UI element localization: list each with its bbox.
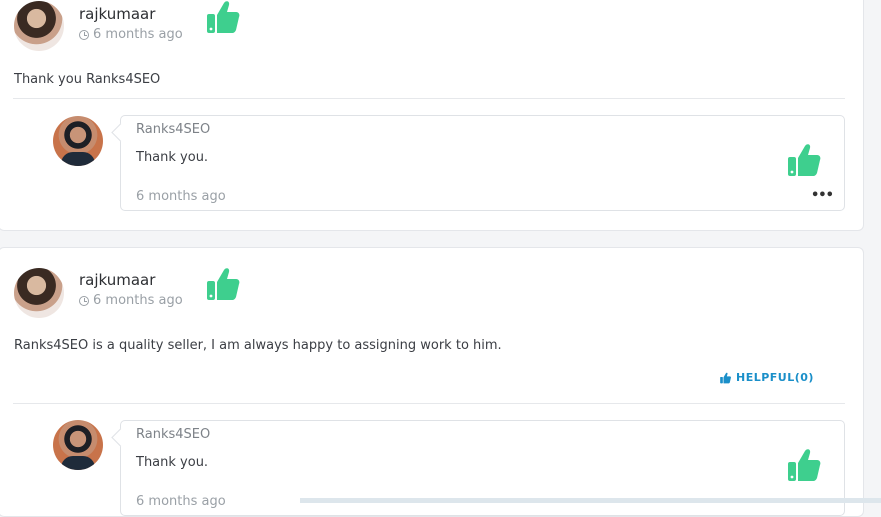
thumbs-up-icon bbox=[207, 1, 240, 33]
review-timestamp: 6 months ago bbox=[79, 27, 183, 42]
seller-name[interactable]: Ranks4SEO bbox=[136, 427, 210, 442]
seller-avatar[interactable] bbox=[53, 420, 103, 470]
review-text: Thank you Ranks4SEO bbox=[14, 72, 161, 87]
review-text: Ranks4SEO is a quality seller, I am alwa… bbox=[14, 338, 502, 353]
seller-name[interactable]: Ranks4SEO bbox=[136, 122, 210, 137]
clock-icon bbox=[79, 29, 89, 40]
reply-text: Thank you. bbox=[136, 455, 209, 470]
reply-text: Thank you. bbox=[136, 150, 209, 165]
divider bbox=[13, 403, 845, 404]
thumbs-up-icon bbox=[788, 449, 821, 481]
helpful-label: HELPFUL(0) bbox=[736, 371, 814, 384]
seller-reply: Ranks4SEO Thank you. 6 months ago ••• bbox=[120, 115, 845, 211]
review-time-text: 6 months ago bbox=[93, 293, 183, 308]
reviewer-avatar[interactable] bbox=[14, 1, 64, 51]
review-time-text: 6 months ago bbox=[93, 27, 183, 42]
reviewer-username[interactable]: rajkumaar bbox=[79, 271, 155, 289]
helpful-button[interactable]: HELPFUL(0) bbox=[719, 371, 814, 384]
seller-avatar[interactable] bbox=[53, 116, 103, 166]
reviewer-username[interactable]: rajkumaar bbox=[79, 5, 155, 23]
thumbs-up-icon bbox=[788, 144, 821, 176]
review-timestamp: 6 months ago bbox=[79, 293, 183, 308]
reviewer-avatar[interactable] bbox=[14, 268, 64, 318]
more-options-icon[interactable]: ••• bbox=[811, 188, 834, 203]
review-card: rajkumaar 6 months ago Ranks4SEO is a qu… bbox=[0, 247, 864, 517]
reply-timestamp: 6 months ago bbox=[136, 189, 226, 204]
thumbs-up-icon bbox=[207, 268, 240, 300]
clock-icon bbox=[79, 295, 89, 306]
review-card: rajkumaar 6 months ago Thank you Ranks4S… bbox=[0, 0, 864, 231]
divider bbox=[13, 98, 845, 99]
horizontal-scrollbar[interactable] bbox=[300, 498, 881, 503]
reply-timestamp: 6 months ago bbox=[136, 494, 226, 509]
thumbs-up-icon bbox=[720, 372, 731, 383]
